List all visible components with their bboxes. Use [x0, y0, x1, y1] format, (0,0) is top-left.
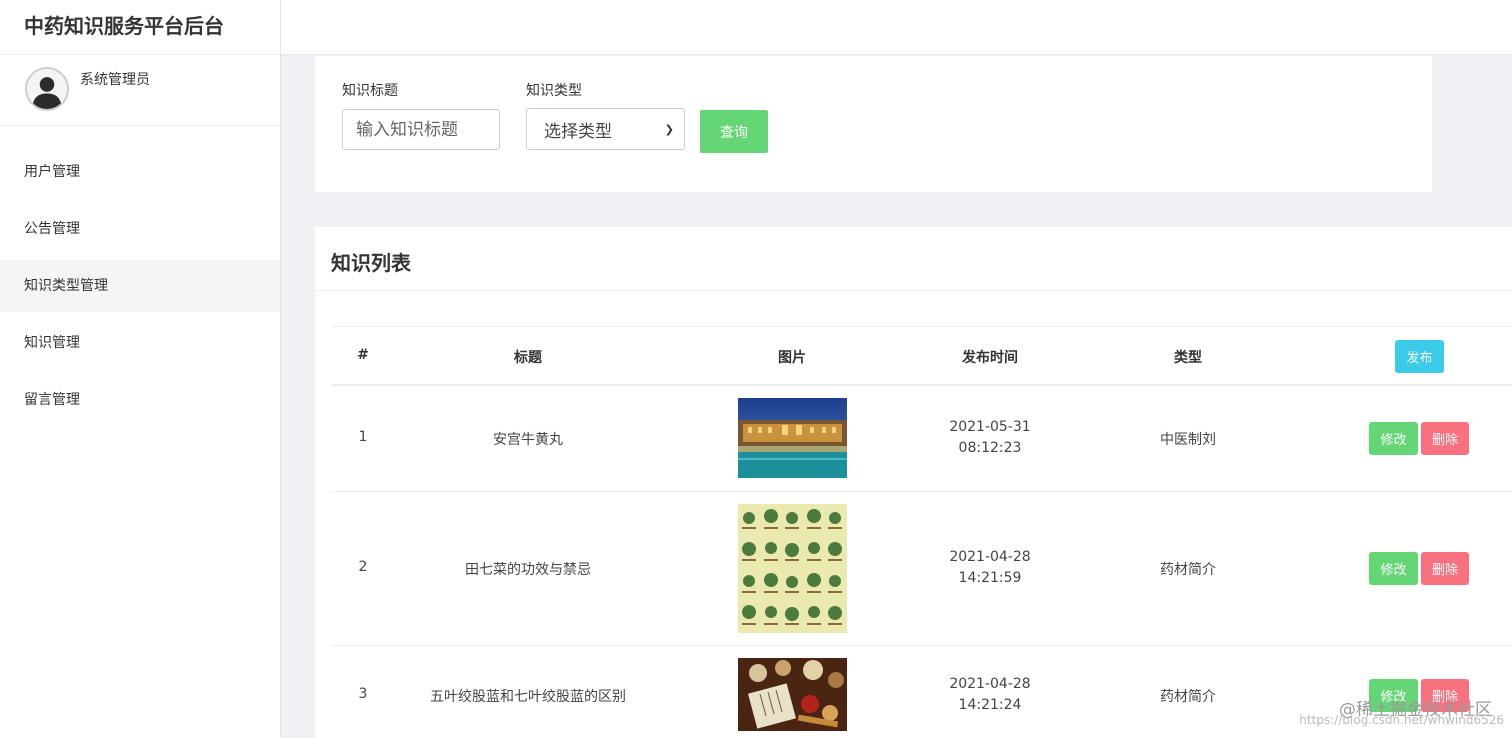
row-type: 药材简介	[1160, 562, 1216, 578]
row-title: 安宫牛黄丸	[493, 432, 563, 448]
sidebar-item-messages[interactable]: 留言管理	[0, 374, 280, 426]
sidebar: 中药知识服务平台后台 系统管理员 用户管理 公告管理 知识类型管理 知识管理 留…	[0, 0, 281, 738]
row-date: 2021-05-31	[949, 419, 1031, 435]
query-button[interactable]: 查询	[700, 110, 768, 153]
app-title: 中药知识服务平台后台	[0, 0, 280, 55]
row-time: 14:21:59	[958, 570, 1022, 586]
header-time: 发布时间	[962, 350, 1018, 366]
row-index: 3	[358, 686, 368, 702]
palace-night-photo	[738, 398, 847, 478]
row-title: 五叶绞股蓝和七叶绞股蓝的区别	[430, 689, 626, 705]
row-index: 2	[358, 559, 368, 575]
publish-button[interactable]: 发布	[1395, 340, 1444, 373]
edit-button[interactable]: 修改	[1369, 422, 1418, 455]
user-panel: 系统管理员	[0, 55, 280, 126]
header-index: #	[357, 347, 369, 363]
sidebar-item-users[interactable]: 用户管理	[0, 146, 280, 198]
sidebar-item-announcements[interactable]: 公告管理	[0, 203, 280, 255]
row-type: 药材简介	[1160, 689, 1216, 705]
herbal-medicine-photo	[738, 658, 847, 731]
filter-panel: 知识标题 知识类型 选择类型 ❯ 查询	[315, 56, 1432, 192]
knowledge-list-panel: 知识列表 # 标题 图片 发布时间 类型 发布 1 安宫牛黄丸 2021-05-…	[315, 227, 1512, 738]
avatar[interactable]	[25, 67, 69, 111]
sidebar-item-knowledge-types[interactable]: 知识类型管理	[0, 260, 280, 312]
title-filter-label: 知识标题	[342, 83, 398, 99]
row-thumbnail	[738, 398, 847, 478]
header-image: 图片	[778, 350, 806, 366]
top-bar	[281, 0, 1512, 55]
sidebar-item-knowledge[interactable]: 知识管理	[0, 317, 280, 369]
sidebar-nav: 用户管理 公告管理 知识类型管理 知识管理 留言管理	[0, 126, 280, 426]
row-thumbnail	[738, 504, 847, 633]
row-type: 中医制刘	[1160, 432, 1216, 448]
herb-chart-photo	[738, 504, 847, 633]
list-title: 知识列表	[315, 227, 1512, 291]
knowledge-table: # 标题 图片 发布时间 类型 发布 1 安宫牛黄丸 2021-05-31 08…	[332, 326, 1512, 738]
row-date: 2021-04-28	[949, 676, 1031, 692]
header-type: 类型	[1174, 350, 1202, 366]
row-title: 田七菜的功效与禁忌	[465, 562, 591, 578]
table-row: 1 安宫牛黄丸 2021-05-31 08:12:23 中医制刘 修改 删除	[332, 386, 1512, 492]
row-thumbnail	[738, 658, 847, 731]
table-row: 2 田七菜的功效与禁忌 2021-04-28 14:21:59 药材简介 修改 …	[332, 492, 1512, 646]
delete-button[interactable]: 删除	[1421, 552, 1469, 585]
title-search-input[interactable]	[342, 109, 500, 150]
row-time: 08:12:23	[958, 440, 1022, 456]
row-time: 14:21:24	[958, 697, 1022, 713]
type-select-value: 选择类型	[544, 121, 612, 142]
user-avatar-icon	[27, 69, 67, 109]
user-name: 系统管理员	[80, 72, 150, 88]
row-date: 2021-04-28	[949, 549, 1031, 565]
type-filter-label: 知识类型	[526, 83, 582, 99]
table-header: # 标题 图片 发布时间 类型 发布	[332, 327, 1512, 386]
type-select[interactable]: 选择类型 ❯	[526, 108, 685, 150]
watermark-url: https://blog.csdn.net/whwind6526	[1299, 713, 1504, 727]
chevron-down-icon: ❯	[664, 122, 674, 136]
edit-button[interactable]: 修改	[1369, 552, 1418, 585]
delete-button[interactable]: 删除	[1421, 422, 1469, 455]
header-title: 标题	[514, 350, 542, 366]
row-index: 1	[358, 429, 368, 445]
